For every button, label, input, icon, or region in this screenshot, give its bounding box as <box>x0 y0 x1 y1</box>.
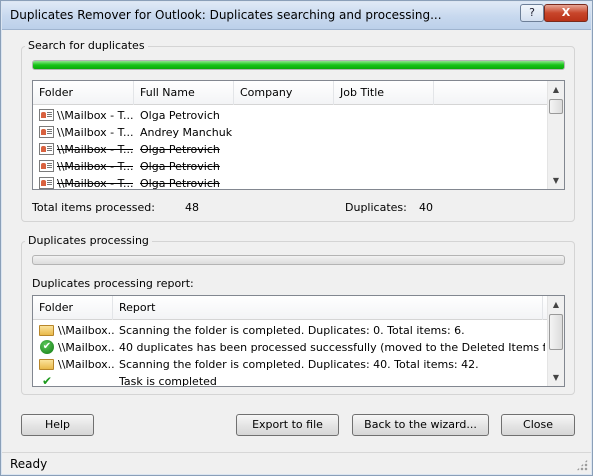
duplicates-list[interactable]: Folder Full Name Company Job Title \\Mai… <box>32 80 565 190</box>
close-window-button[interactable]: X <box>544 4 588 22</box>
scroll-thumb[interactable] <box>549 99 563 114</box>
cell-folder: \\Mailbox... <box>58 341 114 354</box>
table-row[interactable]: \\Mailbox - T... Olga Petrovich <box>33 175 548 190</box>
cell-folder: \\Mailbox - T... <box>57 109 133 122</box>
total-items-value: 48 <box>185 201 199 214</box>
column-full-name[interactable]: Full Name <box>134 81 234 105</box>
contact-icon <box>39 177 54 189</box>
title-bar[interactable]: Duplicates Remover for Outlook: Duplicat… <box>2 2 591 30</box>
report-list-header: Folder Report <box>33 296 548 320</box>
table-row[interactable]: \\Mailbox - T... Olga Petrovich <box>33 141 548 158</box>
column-company[interactable]: Company <box>234 81 334 105</box>
dialog-window: Duplicates Remover for Outlook: Duplicat… <box>0 0 593 476</box>
duplicates-value: 40 <box>419 201 433 214</box>
duplicates-label: Duplicates: <box>345 201 407 214</box>
cell-full-name: Olga Petrovich <box>140 160 220 173</box>
scroll-down-arrow-icon[interactable]: ▼ <box>548 369 564 386</box>
folder-icon <box>39 359 54 370</box>
cell-folder: \\Mailbox... <box>58 358 114 371</box>
column-report[interactable]: Report <box>113 296 543 320</box>
cell-report: Scanning the folder is completed. Duplic… <box>119 358 479 371</box>
table-row[interactable]: \\Mailbox - T... Olga Petrovich <box>33 107 548 124</box>
list-item[interactable]: \\Mailbox... Scanning the folder is compl… <box>33 356 548 373</box>
cell-full-name: Olga Petrovich <box>140 109 220 122</box>
contact-icon <box>39 109 54 121</box>
column-folder[interactable]: Folder <box>33 81 134 105</box>
status-text: Ready <box>10 457 48 471</box>
report-label: Duplicates processing report: <box>32 277 194 290</box>
processing-progress-bar <box>32 255 565 265</box>
folder-icon <box>39 325 54 336</box>
cell-folder: \\Mailbox - T... <box>57 143 133 156</box>
table-row[interactable]: \\Mailbox - T... Andrey Manchuk <box>33 124 548 141</box>
check-icon: ✔ <box>42 374 53 387</box>
cell-folder: \\Mailbox... <box>58 324 114 337</box>
duplicates-list-header: Folder Full Name Company Job Title <box>33 81 548 105</box>
export-to-file-button[interactable]: Export to file <box>236 414 339 436</box>
cell-full-name: Andrey Manchuk <box>140 126 233 139</box>
cell-report: Task is completed <box>119 375 217 387</box>
cell-full-name: Olga Petrovich <box>140 177 220 190</box>
column-report-folder[interactable]: Folder <box>33 296 113 320</box>
table-row[interactable]: \\Mailbox - T... Olga Petrovich <box>33 158 548 175</box>
help-title-button[interactable]: ? <box>520 4 544 22</box>
list-item[interactable]: ✔ \\Mailbox... 40 duplicates has been proc… <box>33 339 548 356</box>
success-icon: ✔ <box>40 340 54 354</box>
duplicates-list-scrollbar[interactable]: ▲ ▼ <box>547 81 564 189</box>
scroll-up-arrow-icon[interactable]: ▲ <box>548 296 564 313</box>
cell-folder: \\Mailbox - T... <box>57 160 133 173</box>
total-items-label: Total items processed: <box>32 201 155 214</box>
processing-group-label: Duplicates processing <box>25 234 152 247</box>
resize-grip-icon[interactable] <box>576 459 588 471</box>
close-button[interactable]: Close <box>501 414 575 436</box>
list-item[interactable]: \\Mailbox... Scanning the folder is compl… <box>33 322 548 339</box>
contact-icon <box>39 143 54 155</box>
cell-folder: \\Mailbox - T... <box>57 177 133 190</box>
window-title: Duplicates Remover for Outlook: Duplicat… <box>10 8 442 22</box>
contact-icon <box>39 160 54 172</box>
cell-folder: \\Mailbox - T... <box>57 126 133 139</box>
help-button[interactable]: Help <box>21 414 94 436</box>
back-to-wizard-button[interactable]: Back to the wizard... <box>352 414 489 436</box>
cell-full-name: Olga Petrovich <box>140 143 220 156</box>
cell-report: Scanning the folder is completed. Duplic… <box>119 324 465 337</box>
search-progress-fill <box>33 61 564 69</box>
list-item[interactable]: ✔ Task is completed <box>33 373 548 387</box>
scroll-down-arrow-icon[interactable]: ▼ <box>548 172 564 189</box>
contact-icon <box>39 126 54 138</box>
column-job-title[interactable]: Job Title <box>334 81 434 105</box>
search-progress-bar <box>32 60 565 70</box>
search-group-label: Search for duplicates <box>25 39 148 52</box>
status-bar: Ready <box>2 452 591 474</box>
scroll-up-arrow-icon[interactable]: ▲ <box>548 81 564 98</box>
report-list-scrollbar[interactable]: ▲ ▼ <box>547 296 564 386</box>
cell-report: 40 duplicates has been processed success… <box>119 341 545 354</box>
scroll-thumb[interactable] <box>549 314 563 350</box>
report-list[interactable]: Folder Report \\Mailbox... Scanning the f… <box>32 295 565 387</box>
